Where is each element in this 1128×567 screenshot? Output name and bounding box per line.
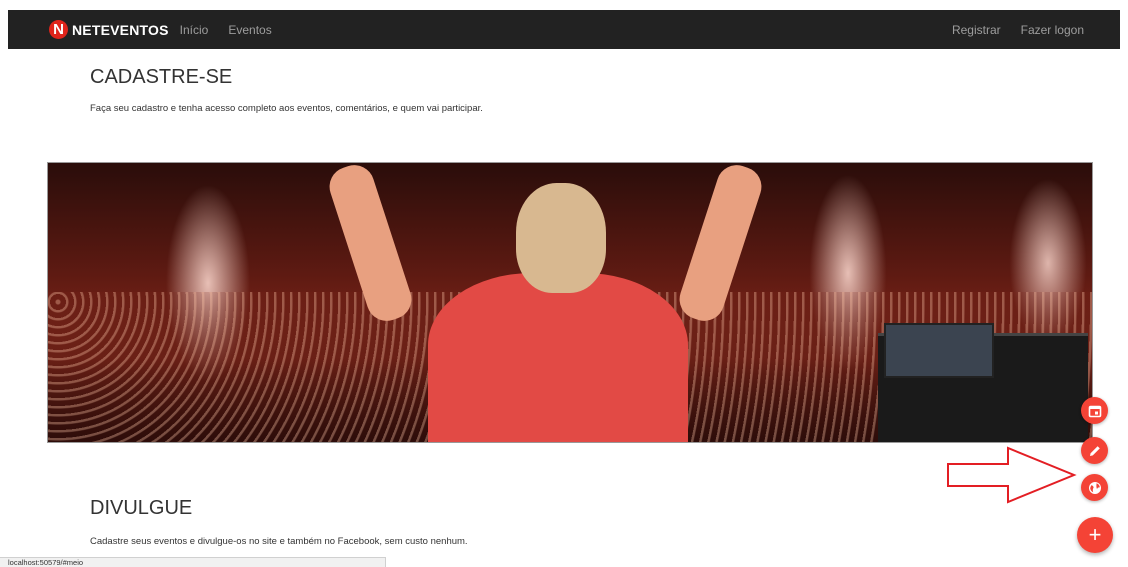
globe-icon (1088, 481, 1101, 494)
brand-name: NETEVENTOS (72, 21, 169, 38)
nav-link-register[interactable]: Registrar (952, 23, 1001, 37)
fab-globe-button[interactable] (1081, 474, 1108, 501)
brand[interactable]: N NETEVENTOS (49, 20, 169, 39)
promote-title: DIVULGUE (90, 497, 193, 519)
browser-status-url: localhost:50579/#meio (0, 557, 386, 567)
fab-calendar-button[interactable] (1081, 397, 1108, 424)
hero-concert-image (47, 162, 1093, 443)
arrow-annotation (947, 446, 1077, 504)
dj-screen-graphic (884, 323, 994, 378)
dj-body-graphic (428, 273, 688, 442)
promote-description: Cadastre seus eventos e divulgue-os no s… (90, 536, 468, 547)
nav-link-events[interactable]: Eventos (228, 23, 271, 37)
calendar-icon (1088, 405, 1101, 417)
plus-icon: + (1088, 522, 1102, 547)
nav-main-links: Início Eventos (180, 23, 272, 37)
signup-description: Faça seu cadastro e tenha acesso complet… (90, 103, 483, 114)
navbar: N NETEVENTOS Início Eventos Registrar Fa… (8, 10, 1120, 49)
fab-edit-button[interactable] (1081, 437, 1108, 464)
brand-logo: N (49, 20, 68, 39)
nav-auth-links: Registrar Fazer logon (952, 10, 1084, 49)
nav-link-home[interactable]: Início (180, 23, 209, 37)
dj-head-graphic (516, 183, 606, 293)
pencil-icon (1089, 445, 1100, 456)
nav-link-login[interactable]: Fazer logon (1021, 23, 1084, 37)
fab-add-button[interactable]: + (1077, 517, 1113, 553)
signup-title: CADASTRE-SE (90, 66, 233, 88)
